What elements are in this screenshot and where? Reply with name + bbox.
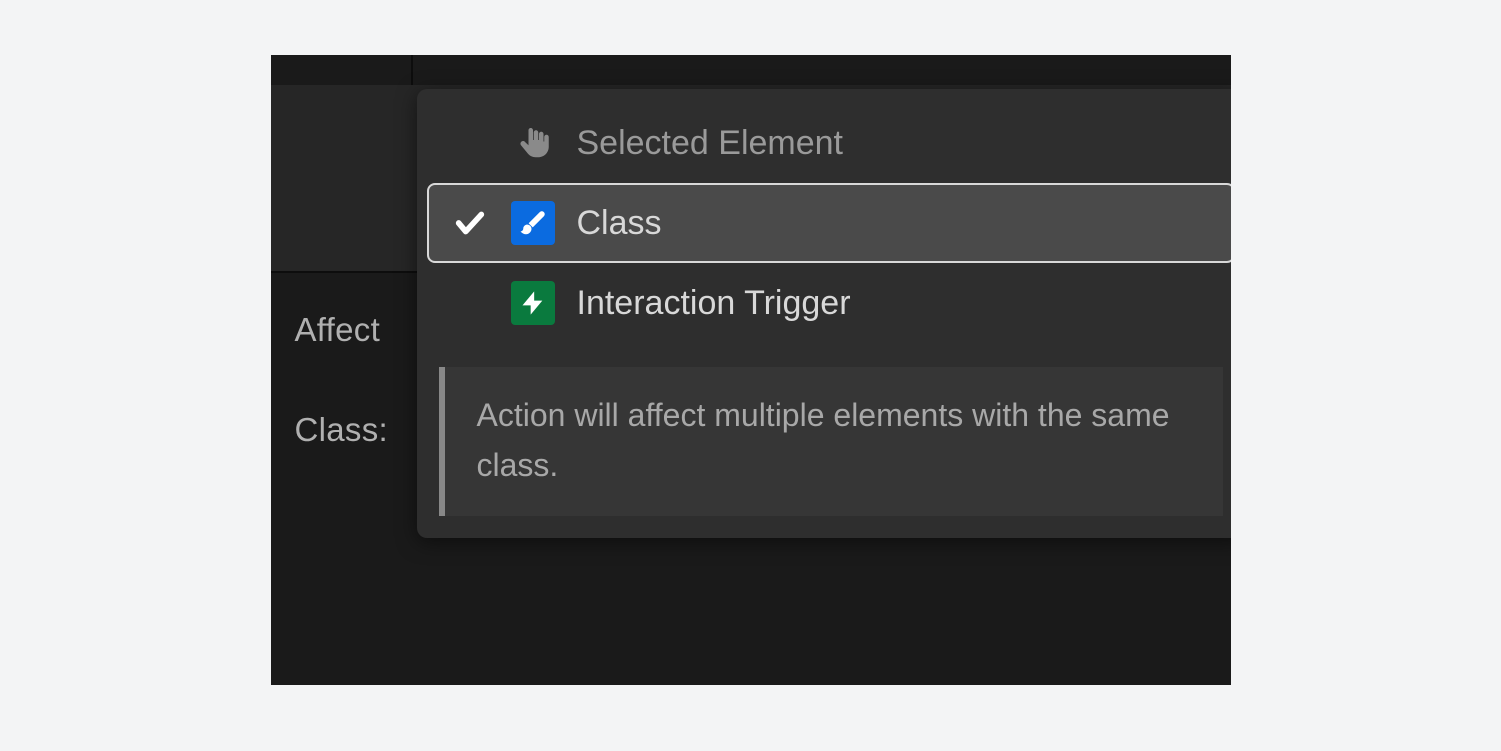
- settings-panel: Affect Class: Selected Element: [271, 55, 1231, 685]
- menu-item-label: Class: [577, 204, 662, 243]
- menu-item-selected-element[interactable]: Selected Element: [427, 103, 1231, 183]
- pointer-icon: [511, 121, 555, 165]
- menu-item-class[interactable]: Class: [427, 183, 1231, 263]
- menu-item-label: Interaction Trigger: [577, 284, 851, 323]
- menu-item-interaction-trigger[interactable]: Interaction Trigger: [427, 263, 1231, 343]
- check-icon: [451, 206, 489, 240]
- paintbrush-icon: [511, 201, 555, 245]
- panel-top-strip: [271, 55, 1231, 85]
- dropdown-hint: Action will affect multiple elements wit…: [439, 367, 1223, 516]
- affect-dropdown-popup: Selected Element Class Interac: [417, 89, 1231, 538]
- menu-item-label: Selected Element: [577, 124, 844, 163]
- bolt-icon: [511, 281, 555, 325]
